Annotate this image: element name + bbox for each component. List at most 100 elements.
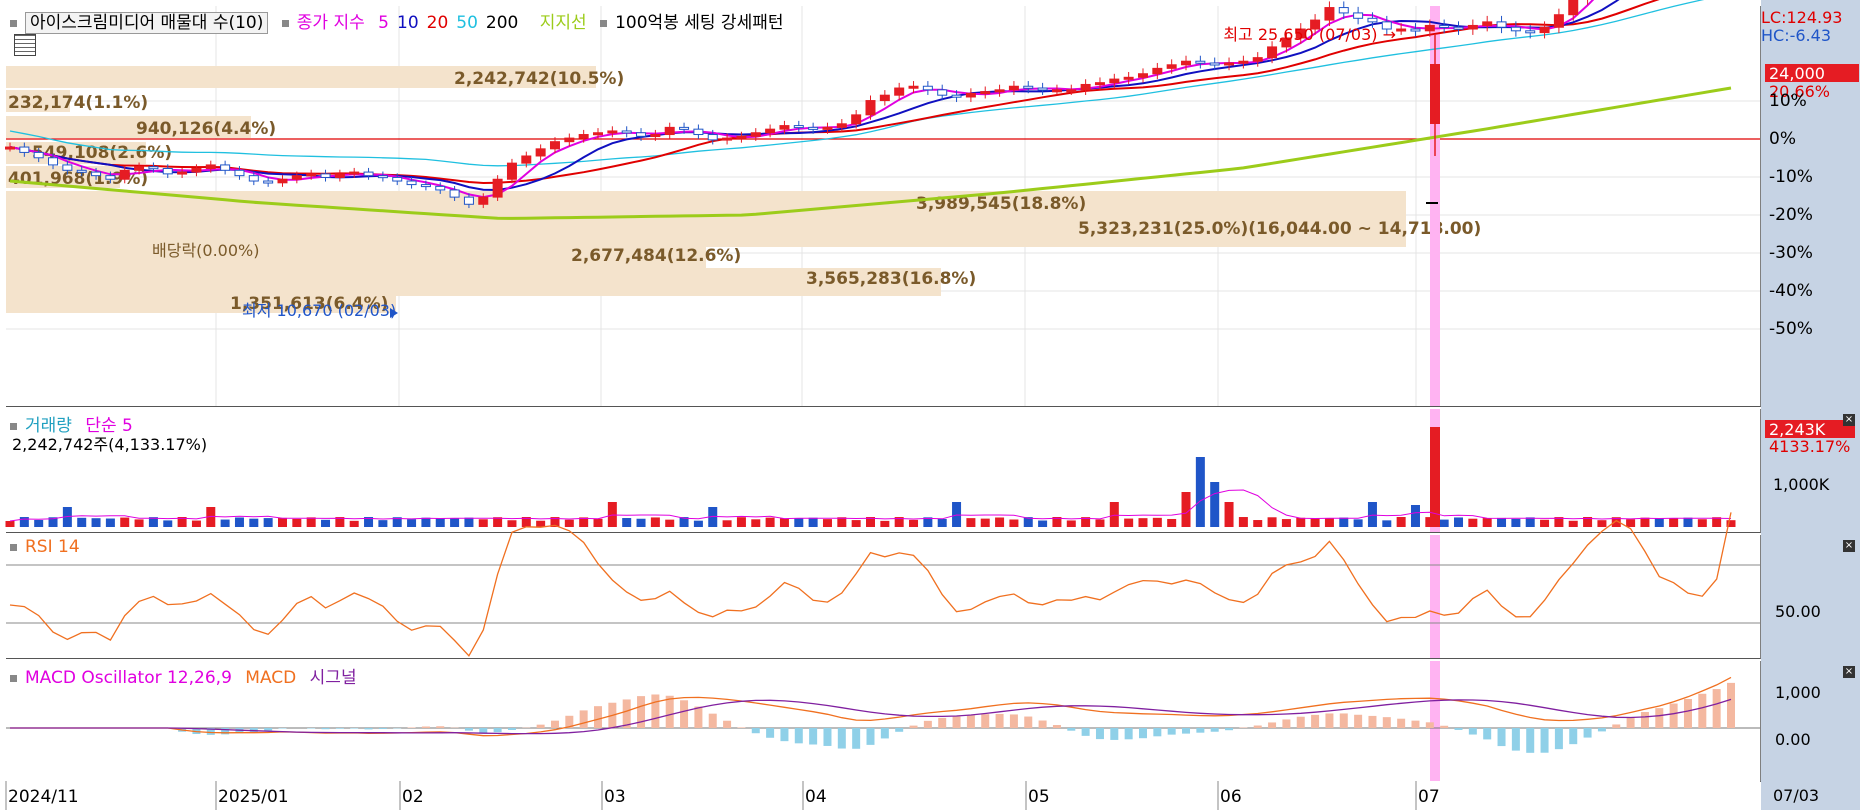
volume-bar[interactable] [321, 519, 331, 527]
candle[interactable] [908, 85, 919, 89]
candle[interactable] [549, 141, 560, 150]
volume-bar[interactable] [1525, 517, 1535, 527]
candle[interactable] [1066, 89, 1077, 93]
ma-50-label[interactable]: 50 [456, 13, 478, 33]
candle[interactable] [1338, 7, 1349, 14]
candle[interactable] [736, 135, 747, 139]
candle[interactable] [808, 126, 819, 130]
candle[interactable] [306, 173, 317, 177]
candle[interactable] [1137, 73, 1148, 78]
candle[interactable] [48, 157, 59, 166]
volume-bar[interactable] [234, 517, 244, 527]
volume-bar[interactable] [1382, 520, 1392, 527]
candle[interactable] [1238, 60, 1249, 64]
candle[interactable] [1152, 67, 1163, 75]
volume-bar[interactable] [536, 520, 546, 527]
price-chart[interactable]: 2,242,742(10.5%) 232,174(1.1%) 940,126(4.4… [5, 0, 1760, 406]
candle[interactable] [363, 171, 374, 177]
candle[interactable] [478, 196, 489, 205]
candle[interactable] [851, 114, 862, 125]
volume-bar[interactable] [1497, 517, 1507, 527]
volume-bar[interactable] [1210, 482, 1220, 527]
volume-bar[interactable] [1626, 519, 1636, 527]
candle[interactable] [349, 171, 360, 175]
volume-bar[interactable] [134, 519, 144, 527]
candle[interactable] [1224, 62, 1235, 66]
volume-bar[interactable] [980, 518, 990, 527]
candle[interactable] [91, 171, 102, 177]
candle[interactable] [263, 180, 274, 184]
candle[interactable] [593, 132, 604, 136]
candle[interactable] [33, 151, 44, 159]
candle[interactable] [980, 91, 991, 95]
candle[interactable] [793, 125, 804, 129]
volume-bar[interactable] [736, 517, 746, 527]
volume-chart[interactable] [5, 409, 1760, 532]
candle[interactable] [1453, 26, 1464, 30]
candle[interactable] [420, 184, 431, 188]
candle[interactable] [62, 164, 73, 171]
volume-bar[interactable] [593, 518, 603, 527]
volume-bar[interactable] [779, 518, 789, 527]
candle[interactable] [1496, 21, 1507, 28]
candle[interactable] [5, 146, 15, 150]
volume-bar[interactable] [808, 517, 818, 527]
volume-bar[interactable] [507, 520, 517, 527]
volume-bar[interactable] [722, 520, 732, 527]
candle[interactable] [679, 126, 690, 130]
volume-bar[interactable] [909, 519, 919, 527]
candle[interactable] [1123, 76, 1134, 80]
candle[interactable] [234, 169, 245, 177]
pattern-label[interactable]: 100억봉 세팅 강세패턴 [615, 13, 783, 33]
volume-bar[interactable] [1468, 518, 1478, 527]
rsi-panel[interactable]: RSI 14 [6, 512, 1761, 659]
volume-bar[interactable] [665, 519, 675, 527]
candle[interactable] [1324, 7, 1335, 21]
candle[interactable] [607, 130, 618, 134]
macd-panel[interactable]: MACD Oscillator 12,26,9 MACD 시그널 [6, 661, 1761, 782]
volume-bar[interactable] [751, 519, 761, 527]
chart-title[interactable]: 아이스크림미디어 매물대 수(10) [25, 12, 269, 34]
candle[interactable] [865, 100, 876, 116]
close-icon[interactable]: × [1843, 540, 1855, 552]
rsi-title[interactable]: RSI 14 [25, 537, 80, 557]
volume-bar[interactable] [378, 520, 388, 527]
volume-bar[interactable] [1267, 517, 1277, 527]
candle[interactable] [836, 123, 847, 128]
candle[interactable] [636, 132, 647, 137]
candle[interactable] [1109, 78, 1120, 84]
volume-bar[interactable] [564, 519, 574, 527]
volume-bar[interactable] [1540, 519, 1550, 527]
candle[interactable] [463, 196, 474, 205]
candle[interactable] [1195, 60, 1206, 64]
volume-bar[interactable] [1167, 518, 1177, 527]
volume-bar[interactable] [349, 520, 359, 527]
candle[interactable] [894, 87, 905, 96]
candle[interactable] [1568, 0, 1579, 16]
price-panel[interactable]: 2,242,742(10.5%) 232,174(1.1%) 940,126(4.4… [5, 0, 1761, 407]
volume-bar[interactable] [191, 520, 201, 527]
volume-bar[interactable] [1454, 517, 1464, 527]
volume-bar[interactable] [622, 518, 632, 527]
volume-bar[interactable] [1224, 502, 1234, 527]
volume-bar[interactable] [1511, 518, 1521, 527]
volume-bar[interactable] [306, 517, 316, 527]
volume-bar[interactable] [1640, 517, 1650, 527]
volume-bar[interactable] [1296, 517, 1306, 527]
volume-bar[interactable] [1195, 457, 1205, 527]
candle[interactable] [965, 92, 976, 98]
volume-bar[interactable] [1669, 518, 1679, 527]
volume-bar[interactable] [1066, 520, 1076, 527]
candle[interactable] [105, 175, 116, 180]
volume-bar[interactable] [1138, 518, 1148, 527]
volume-bar[interactable] [1253, 520, 1263, 527]
volume-bar[interactable] [292, 518, 302, 527]
volume-bar[interactable] [1482, 518, 1492, 527]
candle[interactable] [1181, 60, 1192, 66]
candle[interactable] [750, 132, 761, 137]
ma-20-label[interactable]: 20 [427, 13, 449, 33]
macd-osc-label[interactable]: MACD Oscillator 12,26,9 [25, 668, 232, 688]
candle[interactable] [1482, 21, 1493, 26]
candle[interactable] [1267, 46, 1278, 59]
volume-bar[interactable] [995, 517, 1005, 527]
